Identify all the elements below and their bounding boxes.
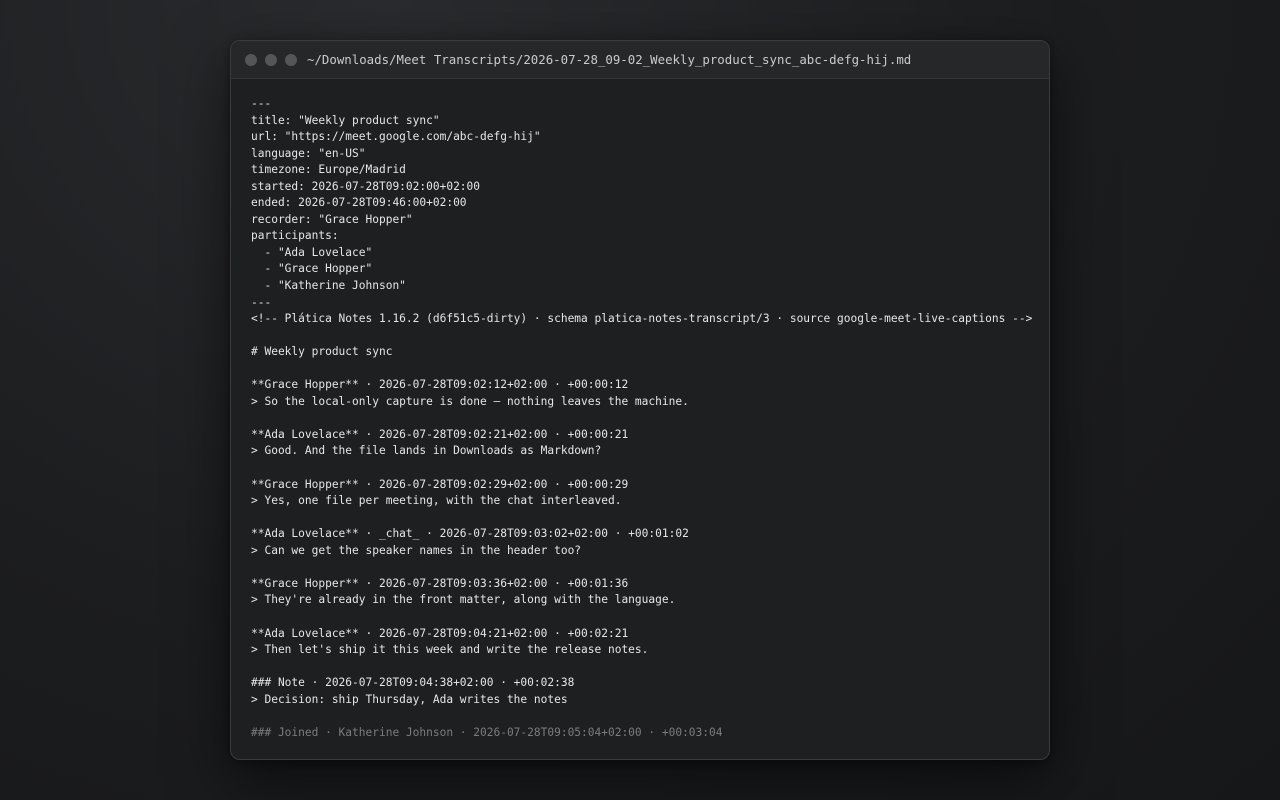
document-line: language: "en-US" <box>251 146 366 160</box>
document-line: timezone: Europe/Madrid <box>251 163 406 177</box>
title-bar[interactable]: ~/Downloads/Meet Transcripts/2026-07-28_… <box>231 41 1049 79</box>
document-line: **Grace Hopper** · 2026-07-28T09:03:36+0… <box>251 576 629 590</box>
document-line: participants: <box>251 229 339 243</box>
document-line: - "Ada Lovelace" <box>251 245 373 259</box>
file-path-title: ~/Downloads/Meet Transcripts/2026-07-28_… <box>307 52 912 67</box>
document-line <box>251 510 1029 527</box>
document-line: ### Joined · Katherine Johnson · 2026-07… <box>251 725 723 739</box>
document-line <box>251 559 1029 576</box>
document-line: --- <box>251 97 272 110</box>
document-line <box>251 609 1029 626</box>
close-window-icon[interactable] <box>245 53 257 66</box>
document-line <box>251 361 1029 378</box>
document-line: ended: 2026-07-28T09:46:00+02:00 <box>251 196 467 210</box>
document-line: title: "Weekly product sync" <box>251 113 440 127</box>
document-line: --- <box>251 295 272 309</box>
document-line: recorder: "Grace Hopper" <box>251 212 413 226</box>
document-line: > Can we get the speaker names in the he… <box>251 543 582 557</box>
editor-window: ~/Downloads/Meet Transcripts/2026-07-28_… <box>230 40 1050 760</box>
document-line: **Ada Lovelace** · _chat_ · 2026-07-28T0… <box>251 527 689 541</box>
document-line: - "Katherine Johnson" <box>251 279 406 293</box>
document-line: **Grace Hopper** · 2026-07-28T09:02:12+0… <box>251 378 629 392</box>
document-line: > They're already in the front matter, a… <box>251 593 676 607</box>
document-line: > Decision: ship Thursday, Ada writes th… <box>251 692 568 706</box>
document-line: > Then let's ship it this week and write… <box>251 643 649 657</box>
document-line: url: "https://meet.google.com/abc-defg-h… <box>251 130 541 144</box>
document-line: **Ada Lovelace** · 2026-07-28T09:04:21+0… <box>251 626 629 640</box>
document-line <box>251 659 1029 676</box>
document-line <box>251 410 1029 427</box>
markdown-document[interactable]: --- title: "Weekly product sync" url: "htt… <box>231 79 1049 741</box>
document-line: started: 2026-07-28T09:02:00+02:00 <box>251 179 481 193</box>
document-line: - "Grace Hopper" <box>251 262 373 276</box>
document-line <box>251 328 1029 345</box>
document-line <box>251 460 1029 477</box>
minimize-window-icon[interactable] <box>265 53 277 66</box>
document-line: ### Note · 2026-07-28T09:04:38+02:00 · +… <box>251 676 575 690</box>
document-line: <!-- Plática Notes 1.16.2 (d6f51c5-dirty… <box>251 312 1033 326</box>
window-controls <box>245 53 297 66</box>
document-line: > Good. And the file lands in Downloads … <box>251 444 602 458</box>
document-line: **Grace Hopper** · 2026-07-28T09:02:29+0… <box>251 477 629 491</box>
document-line: **Ada Lovelace** · 2026-07-28T09:02:21+0… <box>251 427 629 441</box>
document-line: > So the local-only capture is done — no… <box>251 394 689 408</box>
document-line <box>251 708 1029 725</box>
document-line: > Yes, one file per meeting, with the ch… <box>251 494 622 508</box>
zoom-window-icon[interactable] <box>285 53 297 66</box>
document-line: # Weekly product sync <box>251 345 393 359</box>
